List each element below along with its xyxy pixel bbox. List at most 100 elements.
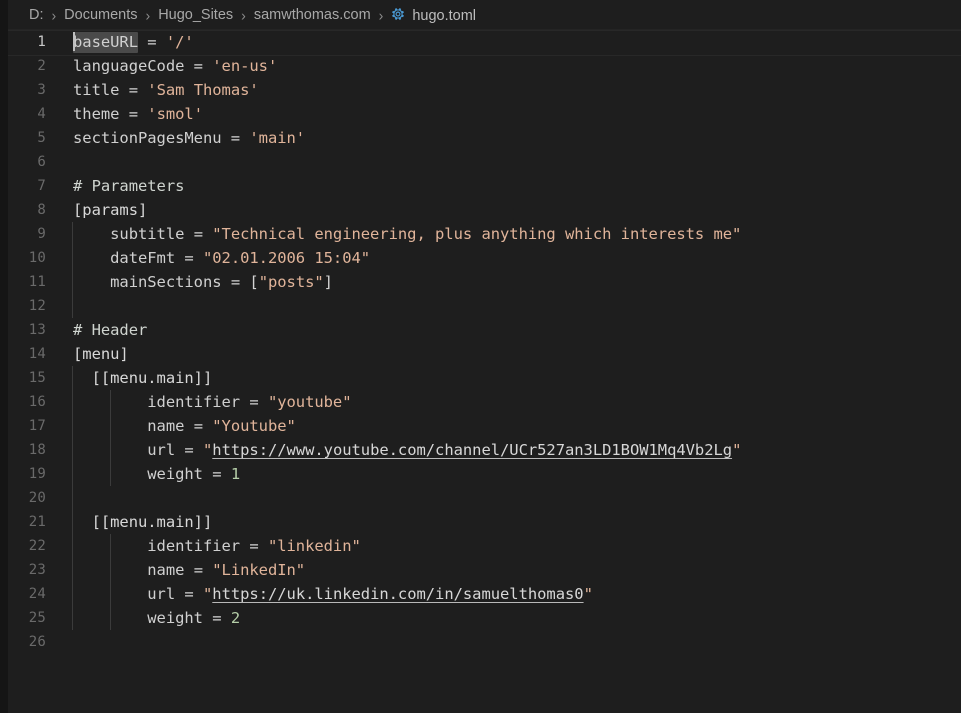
key-token: subtitle <box>110 225 184 243</box>
code-line-content[interactable]: identifier = "youtube" <box>72 390 961 414</box>
line-number[interactable]: 1 <box>0 30 72 54</box>
code-line[interactable]: 24 url = "https://uk.linkedin.com/in/sam… <box>0 582 961 606</box>
breadcrumb[interactable]: D:›Documents›Hugo_Sites›samwthomas.com›h… <box>0 0 961 30</box>
code-line-content[interactable]: theme = 'smol' <box>72 102 961 126</box>
code-line[interactable]: 5sectionPagesMenu = 'main' <box>0 126 961 150</box>
breadcrumb-item-hugo-sites[interactable]: Hugo_Sites <box>157 7 234 23</box>
code-line[interactable]: 4theme = 'smol' <box>0 102 961 126</box>
code-line-content[interactable]: baseURL = '/' <box>72 30 961 54</box>
code-line[interactable]: 13# Header <box>0 318 961 342</box>
line-number[interactable]: 10 <box>0 246 72 270</box>
breadcrumb-separator: › <box>45 6 64 23</box>
line-number[interactable]: 26 <box>0 630 72 654</box>
line-number[interactable]: 14 <box>0 342 72 366</box>
line-number[interactable]: 20 <box>0 486 72 510</box>
code-line[interactable]: 3title = 'Sam Thomas' <box>0 78 961 102</box>
code-line[interactable]: 11 mainSections = ["posts"] <box>0 270 961 294</box>
code-line[interactable]: 7# Parameters <box>0 174 961 198</box>
code-line-content[interactable]: url = "https://www.youtube.com/channel/U… <box>72 438 961 462</box>
operator-token: = <box>138 33 166 51</box>
code-line[interactable]: 19 weight = 1 <box>0 462 961 486</box>
code-line-content[interactable]: dateFmt = "02.01.2006 15:04" <box>72 246 961 270</box>
code-line[interactable]: 20 <box>0 486 961 510</box>
breadcrumb-item-documents[interactable]: Documents <box>63 7 138 23</box>
line-number[interactable]: 11 <box>0 270 72 294</box>
line-number[interactable]: 17 <box>0 414 72 438</box>
code-line-content[interactable] <box>72 630 961 654</box>
code-editor[interactable]: 1baseURL = '/'2languageCode = 'en-us'3ti… <box>0 30 961 713</box>
code-line-content[interactable]: mainSections = ["posts"] <box>72 270 961 294</box>
code-line[interactable]: 26 <box>0 630 961 654</box>
breadcrumb-item-hugo-toml[interactable]: hugo.toml <box>390 6 477 24</box>
line-number[interactable]: 22 <box>0 534 72 558</box>
code-line-content[interactable]: identifier = "linkedin" <box>72 534 961 558</box>
code-line-content[interactable]: name = "LinkedIn" <box>72 558 961 582</box>
code-line[interactable]: 15 [[menu.main]] <box>0 366 961 390</box>
key-token: identifier <box>147 537 240 555</box>
line-number[interactable]: 24 <box>0 582 72 606</box>
code-line-content[interactable] <box>72 486 961 510</box>
string-token: 'smol' <box>147 105 203 123</box>
line-number[interactable]: 8 <box>0 198 72 222</box>
line-number[interactable]: 19 <box>0 462 72 486</box>
line-number[interactable]: 3 <box>0 78 72 102</box>
code-line-content[interactable]: title = 'Sam Thomas' <box>72 78 961 102</box>
line-number[interactable]: 13 <box>0 318 72 342</box>
code-line[interactable]: 25 weight = 2 <box>0 606 961 630</box>
indent-space <box>73 369 92 387</box>
line-number[interactable]: 12 <box>0 294 72 318</box>
code-line-content[interactable]: weight = 2 <box>72 606 961 630</box>
line-number[interactable]: 15 <box>0 366 72 390</box>
code-line[interactable]: 23 name = "LinkedIn" <box>0 558 961 582</box>
code-line[interactable]: 6 <box>0 150 961 174</box>
code-line-content[interactable]: subtitle = "Technical engineering, plus … <box>72 222 961 246</box>
code-line-content[interactable]: languageCode = 'en-us' <box>72 54 961 78</box>
url-link[interactable]: https://www.youtube.com/channel/UCr527an… <box>212 441 732 459</box>
code-line-content[interactable]: url = "https://uk.linkedin.com/in/samuel… <box>72 582 961 606</box>
line-number[interactable]: 16 <box>0 390 72 414</box>
code-line-content[interactable]: [[menu.main]] <box>72 366 961 390</box>
code-line-content[interactable]: [menu] <box>72 342 961 366</box>
string-token: '/' <box>166 33 194 51</box>
code-line[interactable]: 16 identifier = "youtube" <box>0 390 961 414</box>
line-number[interactable]: 25 <box>0 606 72 630</box>
code-text: identifier = "youtube" <box>73 393 352 411</box>
key-token: sectionPagesMenu <box>73 129 222 147</box>
line-number[interactable]: 21 <box>0 510 72 534</box>
code-line[interactable]: 12 <box>0 294 961 318</box>
code-line-content[interactable]: # Header <box>72 318 961 342</box>
code-scroll-area[interactable]: 1baseURL = '/'2languageCode = 'en-us'3ti… <box>0 30 961 713</box>
code-line-content[interactable]: weight = 1 <box>72 462 961 486</box>
code-line[interactable]: 21 [[menu.main]] <box>0 510 961 534</box>
line-number[interactable]: 7 <box>0 174 72 198</box>
code-line[interactable]: 18 url = "https://www.youtube.com/channe… <box>0 438 961 462</box>
line-number[interactable]: 6 <box>0 150 72 174</box>
string-token: 'main' <box>249 129 305 147</box>
code-line[interactable]: 14[menu] <box>0 342 961 366</box>
line-number[interactable]: 9 <box>0 222 72 246</box>
line-number[interactable]: 2 <box>0 54 72 78</box>
code-line[interactable]: 2languageCode = 'en-us' <box>0 54 961 78</box>
code-line-content[interactable] <box>72 150 961 174</box>
breadcrumb-item-samwthomas-com[interactable]: samwthomas.com <box>253 7 372 23</box>
line-number[interactable]: 5 <box>0 126 72 150</box>
code-line[interactable]: 1baseURL = '/' <box>0 30 961 54</box>
code-line[interactable]: 17 name = "Youtube" <box>0 414 961 438</box>
code-line-content[interactable]: sectionPagesMenu = 'main' <box>72 126 961 150</box>
code-line[interactable]: 9 subtitle = "Technical engineering, plu… <box>0 222 961 246</box>
breadcrumb-item-label: Documents <box>64 7 137 23</box>
code-line[interactable]: 22 identifier = "linkedin" <box>0 534 961 558</box>
url-link[interactable]: https://uk.linkedin.com/in/samuelthomas0 <box>212 585 583 603</box>
code-line[interactable]: 8[params] <box>0 198 961 222</box>
operator-token: = <box>175 249 203 267</box>
breadcrumb-item-d[interactable]: D: <box>28 7 45 23</box>
line-number[interactable]: 23 <box>0 558 72 582</box>
line-number[interactable]: 4 <box>0 102 72 126</box>
code-line-content[interactable]: # Parameters <box>72 174 961 198</box>
code-line-content[interactable]: name = "Youtube" <box>72 414 961 438</box>
code-line-content[interactable] <box>72 294 961 318</box>
code-line-content[interactable]: [params] <box>72 198 961 222</box>
code-line-content[interactable]: [[menu.main]] <box>72 510 961 534</box>
code-line[interactable]: 10 dateFmt = "02.01.2006 15:04" <box>0 246 961 270</box>
line-number[interactable]: 18 <box>0 438 72 462</box>
